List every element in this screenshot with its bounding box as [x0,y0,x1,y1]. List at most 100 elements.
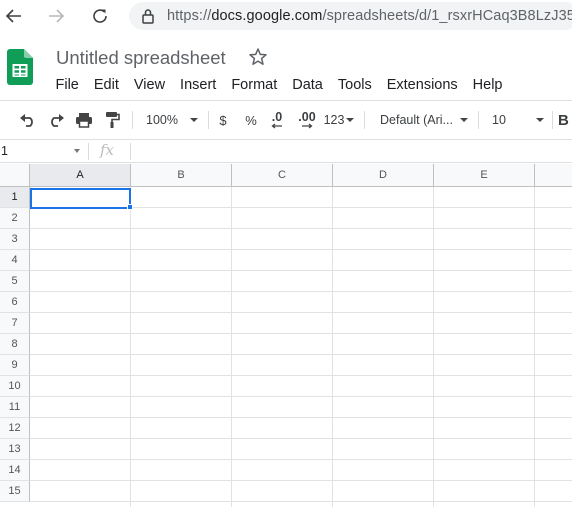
sheet-grid[interactable]: A B C D E 1 2 3 4 5 6 7 8 9 10 11 12 13 … [0,164,572,507]
browser-toolbar: https://docs.google.com/spreadsheets/d/1… [0,0,572,32]
grid-line [30,333,572,334]
grid-line [30,438,572,439]
row-header-11[interactable]: 11 [0,397,30,418]
grid-line [30,459,572,460]
row-header-13[interactable]: 13 [0,439,30,460]
formula-bar-divider [130,143,131,160]
reload-button[interactable] [88,4,112,28]
menu-tools[interactable]: Tools [330,74,379,96]
bold-button[interactable]: B [558,108,572,132]
currency-format-button[interactable]: $ [214,108,232,132]
arrow-left-small-icon [271,122,282,129]
font-size-select[interactable]: 10 [488,108,548,132]
column-header-b[interactable]: B [131,164,232,187]
name-box[interactable]: 1 [0,140,86,162]
toolbar-divider [478,111,479,129]
more-formats-label: 123 [323,113,345,127]
toolbar-divider [552,111,553,129]
toolbar-divider [208,111,209,129]
column-header-d[interactable]: D [333,164,434,187]
row-header-3[interactable]: 3 [0,229,30,250]
chevron-down-icon [346,118,355,122]
row-header-2[interactable]: 2 [0,208,30,229]
paint-format-button[interactable] [100,108,124,132]
column-header-a[interactable]: A [30,164,131,187]
column-header-e[interactable]: E [434,164,535,187]
menu-format[interactable]: Format [224,74,285,96]
chevron-down-icon [460,118,468,122]
back-button[interactable] [2,4,26,28]
url-scheme: https:// [167,8,212,24]
grid-line [30,354,572,355]
toolbar-divider [364,111,365,129]
print-button[interactable] [72,108,96,132]
row-header-9[interactable]: 9 [0,355,30,376]
row-header-5[interactable]: 5 [0,271,30,292]
font-family-value: Default (Ari... [380,113,453,127]
redo-button[interactable] [44,108,68,132]
row-header-15[interactable]: 15 [0,481,30,502]
row-header-4[interactable]: 4 [0,250,30,271]
menu-help[interactable]: Help [465,74,510,96]
arrow-right-icon [49,9,65,23]
grid-line [30,480,572,481]
grid-line [30,396,572,397]
row-header-7[interactable]: 7 [0,313,30,334]
name-box-value: 1 [1,144,8,158]
menu-edit[interactable]: Edit [86,74,126,96]
lock-icon [141,8,155,24]
print-icon [76,113,92,128]
more-formats-button[interactable]: 123 [322,108,356,132]
grid-line [30,501,572,502]
address-bar[interactable]: https://docs.google.com/spreadsheets/d/1… [129,2,572,30]
row-header-1[interactable]: 1 [0,187,30,208]
grid-line [30,375,572,376]
grid-line [30,270,572,271]
chevron-down-icon [74,149,80,153]
reload-icon [93,9,107,23]
font-size-value: 10 [492,113,506,127]
zoom-select[interactable]: 100% [142,108,202,132]
forward-button[interactable] [44,4,68,28]
undo-button[interactable] [16,108,40,132]
fx-icon: fx [100,141,115,159]
percent-format-button[interactable]: % [242,108,260,132]
column-header-c[interactable]: C [232,164,333,187]
increase-decimals-label: .00 [298,109,316,124]
chevron-down-icon [536,118,544,122]
row-header-6[interactable]: 6 [0,292,30,313]
toolbar: 100% $ % .0 .00 123 Default (Ari... 10 B [0,101,572,139]
undo-icon [20,114,33,127]
menu-bar: File Edit View Insert Format Data Tools … [48,74,510,96]
row-header-14[interactable]: 14 [0,460,30,481]
row-header-8[interactable]: 8 [0,334,30,355]
document-title[interactable]: Untitled spreadsheet [56,47,226,69]
menu-view[interactable]: View [126,74,172,96]
formula-bar: 1 fx [0,139,572,163]
active-cell-a1[interactable] [30,188,131,209]
grid-line [30,312,572,313]
row-header-10[interactable]: 10 [0,376,30,397]
menu-data[interactable]: Data [285,74,331,96]
grid-line [30,249,572,250]
google-sheets-logo[interactable] [7,49,33,85]
column-header-f[interactable] [535,164,572,187]
url-path: /spreadsheets/d/1_rsxrHCaq3B8LzJ35DM [322,8,572,24]
arrow-left-icon [5,9,21,23]
menu-file[interactable]: File [48,74,86,96]
grid-line [30,228,572,229]
menu-extensions[interactable]: Extensions [379,74,465,96]
select-all-corner[interactable] [0,164,30,187]
row-header-12[interactable]: 12 [0,418,30,439]
grid-line [30,417,572,418]
increase-decimals-button[interactable]: .00 [294,108,320,132]
chevron-down-icon [190,118,198,122]
decrease-decimals-button[interactable]: .0 [266,108,288,132]
arrow-right-small-icon [302,122,313,129]
font-family-select[interactable]: Default (Ari... [376,108,472,132]
fill-handle[interactable] [127,204,133,210]
formula-bar-divider [88,143,89,160]
menu-insert[interactable]: Insert [173,74,224,96]
star-outline-icon[interactable] [248,47,268,67]
url-text: https://docs.google.com/spreadsheets/d/1… [167,8,572,24]
